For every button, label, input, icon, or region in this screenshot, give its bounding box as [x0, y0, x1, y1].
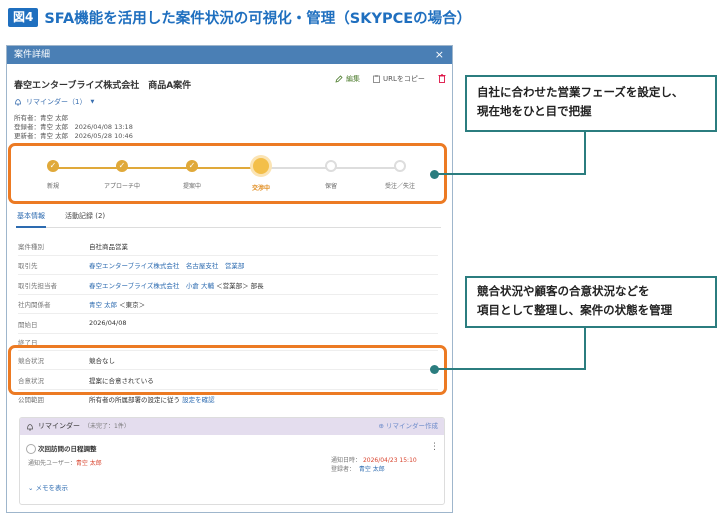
notify-date: 通知日時： 2026/04/23 15:10 — [331, 455, 417, 464]
close-icon[interactable]: × — [435, 46, 444, 64]
panel-header: 案件詳細 × — [7, 46, 452, 64]
reminder-incomplete-count: （未完了：1件） — [84, 423, 130, 430]
figure-title: 図4 SFA機能を活用した案件状況の可視化・管理（SKYPCEの場合） — [8, 7, 471, 27]
bell-icon — [27, 423, 33, 431]
figure-title-text: SFA機能を活用した案件状況の可視化・管理（SKYPCEの場合） — [44, 10, 472, 27]
contact-suffix: ＜営業部＞ 部長 — [216, 282, 264, 290]
reminder-item: 次回訪問の日程調整 ⋮ 通知先ユーザー：青空 太郎 通知日時： 2026/04/… — [20, 438, 444, 498]
edit-label: 編集 — [346, 75, 360, 83]
divider — [18, 313, 438, 314]
notify-date-value: 2026/04/23 15:10 — [362, 457, 417, 464]
status-highlight-frame — [8, 345, 447, 395]
staff-link[interactable]: 青空 太郎 — [89, 301, 117, 309]
field-label: 取引先担当者 — [18, 282, 57, 290]
copy-url-label: URLをコピー — [383, 75, 425, 83]
edit-button[interactable]: 編集 — [335, 74, 360, 84]
field-label: 取引先 — [18, 262, 38, 270]
field-internal-staff: 社内関係者 青空 太郎 ＜東京＞ — [18, 299, 438, 309]
tab-activity-log[interactable]: 活動記録 (2) — [64, 209, 106, 226]
copy-url-button[interactable]: URLをコピー — [373, 74, 425, 84]
meta-updated: 更新者：青空 太郎 2026/05/28 10:46 — [14, 130, 133, 140]
notify-date-label: 通知日時： — [331, 457, 362, 464]
clipboard-icon — [373, 75, 380, 83]
reminder-item-title: 次回訪問の日程調整 — [38, 445, 97, 453]
deal-title-row: 春空エンターブライズ株式会社 商品A案件 編集 URLをコピー — [14, 73, 446, 91]
complete-checkbox[interactable] — [26, 444, 36, 454]
show-memo-label: メモを表示 — [35, 484, 69, 492]
trash-icon[interactable] — [438, 74, 446, 83]
deal-title: 春空エンターブライズ株式会社 商品A案件 — [14, 81, 192, 91]
reminder-count-label: リマインダー（1） — [26, 98, 87, 106]
field-label: 公開範囲 — [18, 396, 44, 404]
creator-value: 青空 太郎 — [358, 466, 385, 473]
creator-label: 登録者： — [331, 466, 356, 473]
connector-1-horizontal — [438, 173, 586, 175]
field-client: 取引先 春空エンターブライズ株式会社 名古屋支社 営業部 — [18, 260, 438, 270]
contact-link[interactable]: 春空エンターブライズ株式会社 小倉 大輔 — [89, 282, 214, 290]
connector-1-vertical — [584, 132, 586, 175]
chevron-down-icon: ▼ — [90, 99, 95, 105]
field-value: 青空 太郎 ＜東京＞ — [89, 299, 145, 309]
field-label: 案件種別 — [18, 243, 44, 251]
field-label: 社内関係者 — [18, 301, 51, 309]
field-visibility: 公開範囲 所有者の所属部署の設定に従う 設定を確認 — [18, 394, 438, 404]
reminder-creator: 登録者： 青空 太郎 — [331, 464, 385, 473]
reminder-header: リマインダー （未完了：1件） ⊕ リマインダー作成 — [20, 418, 444, 435]
staff-suffix: ＜東京＞ — [119, 301, 146, 309]
panel-title: 案件詳細 — [14, 50, 51, 60]
create-reminder-label: リマインダー作成 — [386, 422, 438, 430]
field-deal-type: 案件種別 自社商品営業 — [18, 241, 438, 251]
connector-2-horizontal — [438, 368, 586, 370]
show-memo-button[interactable]: ⌄ メモを表示 — [28, 482, 68, 492]
create-reminder-button[interactable]: ⊕ リマインダー作成 — [378, 418, 438, 435]
notify-user-value: 青空 太郎 — [75, 460, 102, 467]
field-client-contact: 取引先担当者 春空エンターブライズ株式会社 小倉 大輔 ＜営業部＞ 部長 — [18, 280, 438, 290]
client-link[interactable]: 春空エンターブライズ株式会社 名古屋支社 営業部 — [89, 260, 244, 270]
divider — [18, 274, 438, 275]
callout-status: 競合状況や顧客の合意状況などを 項目として整理し、案件の状態を管理 — [465, 276, 717, 328]
detail-tabs: 基本情報 活動記録 (2) — [16, 209, 441, 228]
visibility-value: 所有者の所属部署の設定に従う — [89, 396, 180, 404]
notify-user-label: 通知先ユーザー： — [28, 460, 76, 467]
connector-2-vertical — [584, 325, 586, 370]
callout-stage: 自社に合わせた営業フェーズを設定し、 現在地をひと目で把握 — [465, 75, 717, 132]
chevron-down-icon: ⌄ — [28, 484, 34, 492]
figure-badge: 図4 — [8, 7, 39, 27]
stage-highlight-frame — [8, 143, 447, 204]
connector-1-dot — [430, 169, 439, 179]
deal-detail-panel: 案件詳細 × 春空エンターブライズ株式会社 商品A案件 編集 URLをコピー リ… — [6, 45, 453, 513]
connector-2-dot — [430, 364, 439, 374]
field-value: 2026/04/08 — [89, 319, 127, 327]
bell-icon — [15, 99, 21, 106]
field-label: 開始日 — [18, 321, 38, 329]
check-settings-link[interactable]: 設定を確認 — [182, 396, 215, 404]
reminder-header-title: リマインダー — [38, 422, 80, 430]
pencil-icon — [335, 75, 343, 83]
divider — [18, 333, 438, 334]
reminder-toggle[interactable]: リマインダー（1） ▼ — [14, 97, 94, 107]
divider — [18, 255, 438, 256]
field-value: 自社商品営業 — [89, 243, 128, 251]
meta-updated-label: 更新者： — [14, 132, 40, 140]
field-value: 所有者の所属部署の設定に従う 設定を確認 — [89, 394, 215, 404]
divider — [18, 294, 438, 295]
reminder-panel: リマインダー （未完了：1件） ⊕ リマインダー作成 次回訪問の日程調整 ⋮ 通… — [19, 417, 445, 505]
tab-basic-info[interactable]: 基本情報 — [16, 209, 46, 228]
notify-user: 通知先ユーザー：青空 太郎 — [28, 458, 102, 467]
field-value: 春空エンターブライズ株式会社 小倉 大輔 ＜営業部＞ 部長 — [89, 280, 264, 290]
more-icon[interactable]: ⋮ — [430, 442, 439, 452]
meta-updated-value: 青空 太郎 2026/05/28 10:46 — [40, 132, 133, 140]
field-start-date: 開始日 2026/04/08 — [18, 319, 438, 329]
